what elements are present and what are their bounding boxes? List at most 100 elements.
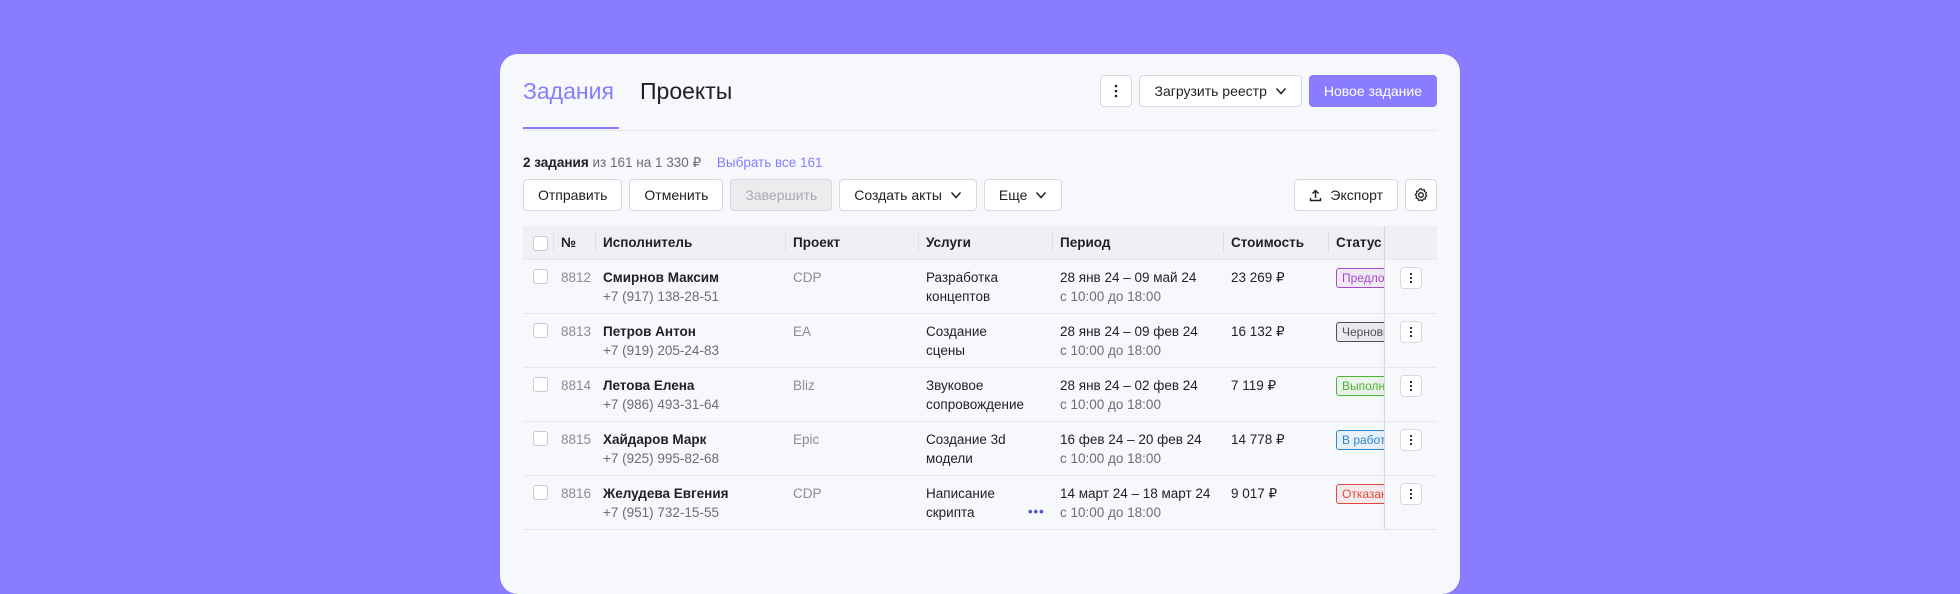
period-dates: 28 янв 24 – 09 фев 24: [1060, 324, 1198, 339]
column-header-project[interactable]: Проект: [793, 226, 840, 259]
column-divider: [553, 232, 554, 253]
period-time: с 10:00 до 18:00: [1060, 505, 1161, 520]
executor-phone: +7 (925) 995-82-68: [603, 451, 719, 466]
period-cell: 28 янв 24 – 09 фев 24 с 10:00 до 18:00: [1060, 322, 1220, 360]
sticky-column-divider: [1384, 260, 1385, 313]
row-checkbox[interactable]: [533, 323, 548, 338]
service-line: концептов: [926, 289, 991, 304]
table-row[interactable]: 8816 Желудева Евгения +7 (951) 732-15-55…: [523, 476, 1437, 530]
column-header-cost[interactable]: Стоимость: [1231, 226, 1304, 259]
row-menu-button[interactable]: [1400, 267, 1422, 289]
row-number: 8814: [561, 378, 592, 393]
more-horizontal-icon[interactable]: •••: [1028, 504, 1045, 519]
project-cell: EA: [793, 324, 812, 339]
period-cell: 28 янв 24 – 09 май 24 с 10:00 до 18:00: [1060, 268, 1220, 306]
row-number: 8812: [561, 270, 592, 285]
column-header-number[interactable]: №: [561, 226, 576, 259]
table-settings-button[interactable]: [1405, 179, 1437, 211]
chevron-down-icon: [950, 191, 961, 199]
create-acts-label: Создать акты: [854, 187, 942, 203]
header-actions: Загрузить реестр Новое задание: [1100, 75, 1437, 107]
services-cell: Звуковое сопровождение: [926, 376, 1026, 414]
more-vertical-icon: [1409, 380, 1413, 392]
cancel-button[interactable]: Отменить: [629, 179, 724, 211]
executor-phone: +7 (917) 138-28-51: [603, 289, 719, 304]
service-line: Разработка: [926, 270, 998, 285]
complete-button[interactable]: Завершить: [730, 179, 833, 211]
project-cell: Bliz: [793, 378, 815, 393]
send-button[interactable]: Отправить: [523, 179, 623, 211]
bulk-toolbar: Отправить Отменить Завершить Создать акт…: [523, 179, 1437, 211]
period-cell: 16 фев 24 – 20 фев 24 с 10:00 до 18:00: [1060, 430, 1220, 468]
more-menu-button[interactable]: [1100, 75, 1133, 107]
row-checkbox[interactable]: [533, 269, 548, 284]
column-header-period[interactable]: Период: [1060, 226, 1220, 259]
create-acts-button[interactable]: Создать акты: [839, 179, 977, 211]
row-menu-button[interactable]: [1400, 375, 1422, 397]
executor-name[interactable]: Смирнов Максим: [603, 268, 783, 287]
new-task-button[interactable]: Новое задание: [1308, 75, 1437, 107]
more-actions-label: Еще: [998, 187, 1028, 203]
table-row[interactable]: 8813 Петров Антон +7 (919) 205-24-83 EA …: [523, 314, 1437, 368]
select-all-checkbox[interactable]: [533, 236, 548, 251]
cost-cell: 14 778 ₽: [1231, 432, 1285, 447]
row-checkbox[interactable]: [533, 485, 548, 500]
upload-registry-button[interactable]: Загрузить реестр: [1139, 75, 1302, 107]
row-number: 8815: [561, 432, 592, 447]
select-all-link[interactable]: Выбрать все 161: [717, 155, 823, 170]
status-badge: Предложено: [1336, 268, 1384, 288]
status-badge: В работе: [1336, 430, 1384, 450]
services-cell: Разработка концептов: [926, 268, 1026, 306]
project-cell: CDP: [793, 270, 822, 285]
column-divider: [1328, 232, 1329, 253]
upload-registry-label: Загрузить реестр: [1154, 83, 1267, 99]
card-header: Задания Проекты Загрузить реестр Новое з…: [523, 54, 1437, 131]
column-header-services[interactable]: Услуги: [926, 226, 1026, 259]
executor-phone: +7 (986) 493-31-64: [603, 397, 719, 412]
executor-name[interactable]: Хайдаров Марк: [603, 430, 783, 449]
row-checkbox[interactable]: [533, 431, 548, 446]
period-dates: 28 янв 24 – 02 фев 24: [1060, 378, 1198, 393]
service-line: Создание 3d: [926, 432, 1006, 447]
more-actions-button[interactable]: Еще: [983, 179, 1063, 211]
sticky-column-divider: [1384, 226, 1385, 259]
cost-cell: 23 269 ₽: [1231, 270, 1285, 285]
period-time: с 10:00 до 18:00: [1060, 397, 1161, 412]
tab-projects[interactable]: Проекты: [640, 78, 732, 105]
sticky-column-divider: [1384, 314, 1385, 367]
status-cell: Черновик: [1336, 322, 1384, 342]
service-line: Звуковое: [926, 378, 984, 393]
tab-tasks[interactable]: Задания: [523, 78, 614, 105]
active-tab-underline: [523, 127, 619, 129]
sticky-column-divider: [1384, 422, 1385, 475]
row-menu-button[interactable]: [1400, 483, 1422, 505]
executor-name[interactable]: Летова Елена: [603, 376, 783, 395]
executor-name[interactable]: Петров Антон: [603, 322, 783, 341]
status-badge: Отказано: [1336, 484, 1384, 504]
status-badge: Выполнено: [1336, 376, 1384, 396]
column-header-status[interactable]: Статус: [1336, 226, 1384, 259]
column-header-executor[interactable]: Исполнитель: [603, 226, 783, 259]
row-menu-button[interactable]: [1400, 321, 1422, 343]
executor-cell: Желудева Евгения +7 (951) 732-15-55: [603, 484, 783, 522]
row-checkbox[interactable]: [533, 377, 548, 392]
table-row[interactable]: 8812 Смирнов Максим +7 (917) 138-28-51 C…: [523, 260, 1437, 314]
service-line: скрипта: [926, 505, 975, 520]
row-menu-button[interactable]: [1400, 429, 1422, 451]
selected-count: 2 задания: [523, 155, 589, 170]
column-divider: [595, 232, 596, 253]
executor-cell: Смирнов Максим +7 (917) 138-28-51: [603, 268, 783, 306]
period-time: с 10:00 до 18:00: [1060, 289, 1161, 304]
table-row[interactable]: 8814 Летова Елена +7 (986) 493-31-64 Bli…: [523, 368, 1437, 422]
tasks-card: Задания Проекты Загрузить реестр Новое з…: [500, 54, 1460, 594]
cost-cell: 7 119 ₽: [1231, 378, 1277, 393]
table-row[interactable]: 8815 Хайдаров Марк +7 (925) 995-82-68 Ep…: [523, 422, 1437, 476]
executor-cell: Летова Елена +7 (986) 493-31-64: [603, 376, 783, 414]
period-cell: 14 март 24 – 18 март 24 с 10:00 до 18:00: [1060, 484, 1220, 522]
export-button[interactable]: Экспорт: [1294, 179, 1398, 211]
executor-cell: Хайдаров Марк +7 (925) 995-82-68: [603, 430, 783, 468]
executor-name[interactable]: Желудева Евгения: [603, 484, 783, 503]
export-label: Экспорт: [1330, 187, 1383, 203]
service-line: модели: [926, 451, 973, 466]
sticky-column-divider: [1384, 476, 1385, 529]
